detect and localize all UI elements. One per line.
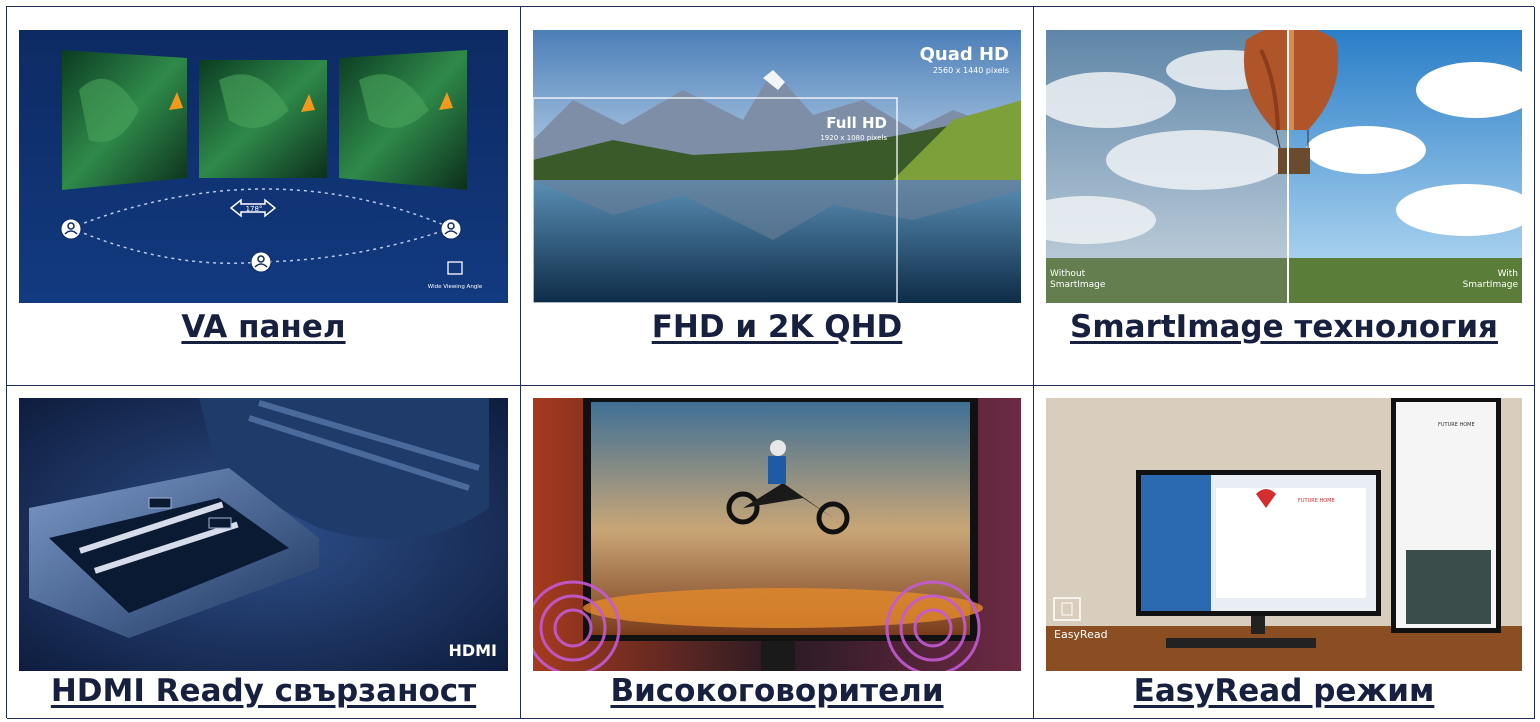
mountain-lake-illustration: Quad HD 2560 x 1440 pixels Full HD 1920 …: [533, 30, 1021, 303]
smartimage-image: Without SmartImage With SmartImage: [1046, 30, 1522, 303]
feature-card-va-panel: 178° Wide Viewing Angle VA панел: [7, 7, 521, 386]
hdmi-image: HDMI: [19, 398, 508, 671]
feature-grid: 178° Wide Viewing Angle VA панел Quad HD…: [6, 6, 1535, 719]
hdmi-brand-label: HDMI: [448, 641, 497, 660]
resolution-image: Quad HD 2560 x 1440 pixels Full HD 1920 …: [533, 30, 1021, 303]
balloon-illustration: Without SmartImage With SmartImage: [1046, 30, 1522, 303]
easyread-link[interactable]: EasyRead режим: [1034, 673, 1534, 709]
va-panel-image: 178° Wide Viewing Angle: [19, 30, 508, 303]
fhd-subtitle: 1920 x 1080 pixels: [820, 134, 887, 142]
qhd-subtitle: 2560 x 1440 pixels: [933, 66, 1009, 75]
fhd-title: Full HD: [826, 114, 887, 132]
easyread-image: FUTURE HOME FUTURE HOME EasyRead: [1046, 398, 1522, 671]
hdmi-link[interactable]: HDMI Ready свързаност: [7, 673, 520, 709]
speakers-image: [533, 398, 1021, 671]
qhd-title: Quad HD: [920, 44, 1009, 65]
doc-title-left: FUTURE HOME: [1298, 498, 1335, 504]
speakers-link[interactable]: Високоговорители: [521, 673, 1033, 709]
motocross-monitor-illustration: [533, 398, 1021, 671]
hdmi-connector-illustration: HDMI: [19, 398, 508, 671]
monitors-desk-illustration: FUTURE HOME FUTURE HOME EasyRead: [1046, 398, 1522, 671]
doc-title-right: FUTURE HOME: [1438, 422, 1475, 428]
easyread-badge: EasyRead: [1054, 628, 1108, 641]
feature-card-resolution: Quad HD 2560 x 1440 pixels Full HD 1920 …: [521, 7, 1034, 386]
feature-card-easyread: FUTURE HOME FUTURE HOME EasyRead EasyRea…: [1034, 386, 1535, 719]
feature-card-hdmi: HDMI HDMI Ready свързаност: [7, 386, 521, 719]
feature-card-speakers: Високоговорители: [521, 386, 1034, 719]
smartimage-link[interactable]: SmartImage технология: [1034, 309, 1534, 345]
va-panel-illustration: 178° Wide Viewing Angle: [19, 30, 508, 303]
feature-card-smartimage: Without SmartImage With SmartImage SmartIm…: [1034, 7, 1535, 386]
angle-label: 178°: [246, 205, 263, 213]
resolution-link[interactable]: FHD и 2K QHD: [521, 309, 1033, 345]
wide-angle-badge: Wide Viewing Angle: [428, 284, 483, 290]
va-panel-link[interactable]: VA панел: [7, 309, 520, 345]
